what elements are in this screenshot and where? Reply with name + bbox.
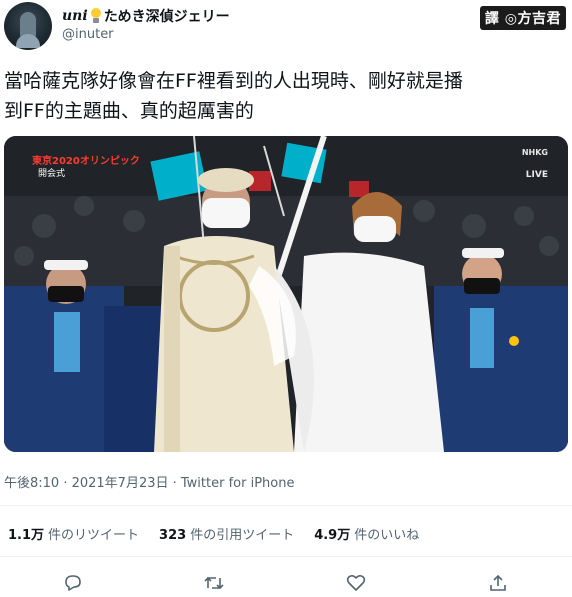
- reply-button[interactable]: [62, 572, 84, 594]
- tweet-actions: [0, 570, 572, 596]
- divider-top: [0, 505, 572, 506]
- avatar-figure-body: [16, 34, 40, 48]
- broadcast-title-overlay: 東京2020オリンピック: [32, 156, 140, 167]
- tweet-text-line-2: 到FF的主題曲、真的超厲害的: [4, 100, 254, 122]
- divider-bottom: [0, 556, 572, 557]
- broadcast-subtitle-overlay: 開会式: [38, 169, 66, 179]
- tweet-media-image[interactable]: 東京2020オリンピック 開会式 NHKG LIVE: [4, 136, 568, 452]
- quote-count[interactable]: 323 件の引用ツイート: [159, 524, 294, 543]
- engagement-stats: 1.1万 件のリツイート 323 件の引用ツイート 4.9万 件のいいね: [8, 524, 419, 543]
- retweet-count[interactable]: 1.1万 件のリツイート: [8, 524, 139, 543]
- tweet-timestamp[interactable]: 午後8:10 · 2021年7月23日 · Twitter for iPhone: [4, 472, 294, 491]
- like-count[interactable]: 4.9万 件のいいね: [314, 524, 419, 543]
- retweet-icon: [204, 576, 224, 590]
- live-badge: LIVE: [525, 170, 548, 180]
- retweet-count-label: 件のリツイート: [48, 528, 140, 543]
- quote-count-number: 323: [159, 528, 187, 543]
- retweet-button[interactable]: [203, 572, 225, 594]
- translator-watermark: 譯 ◎方吉君: [479, 6, 566, 30]
- retweet-count-number: 1.1万: [8, 528, 45, 543]
- tweet-header: uni ためき深偵ジェリー @inuter 譯 ◎方吉君: [0, 0, 572, 56]
- display-name[interactable]: uni ためき深偵ジェリー: [62, 6, 230, 26]
- quote-count-label: 件の引用ツイート: [190, 528, 295, 543]
- like-count-label: 件のいいね: [354, 528, 420, 543]
- like-button[interactable]: [345, 572, 367, 594]
- channel-logo-overlay: NHKG: [521, 148, 548, 157]
- heart-icon: [346, 574, 366, 591]
- share-icon: [490, 574, 506, 591]
- user-handle[interactable]: @inuter: [62, 27, 114, 42]
- avatar[interactable]: [4, 2, 52, 50]
- lightbulb-icon: [90, 8, 102, 24]
- tweet-text-line-1: 當哈薩克隊好像會在FF裡看到的人出現時、剛好就是播: [4, 70, 463, 92]
- display-name-part-2: ためき深偵ジェリー: [103, 9, 230, 25]
- tweet-text: 當哈薩克隊好像會在FF裡看到的人出現時、剛好就是播 到FF的主題曲、真的超厲害的: [4, 66, 564, 126]
- olympic-flagbearers-photo: [4, 136, 568, 452]
- display-name-part-1: uni: [62, 8, 88, 24]
- share-button[interactable]: [487, 572, 509, 594]
- like-count-number: 4.9万: [314, 528, 351, 543]
- reply-icon: [65, 575, 81, 591]
